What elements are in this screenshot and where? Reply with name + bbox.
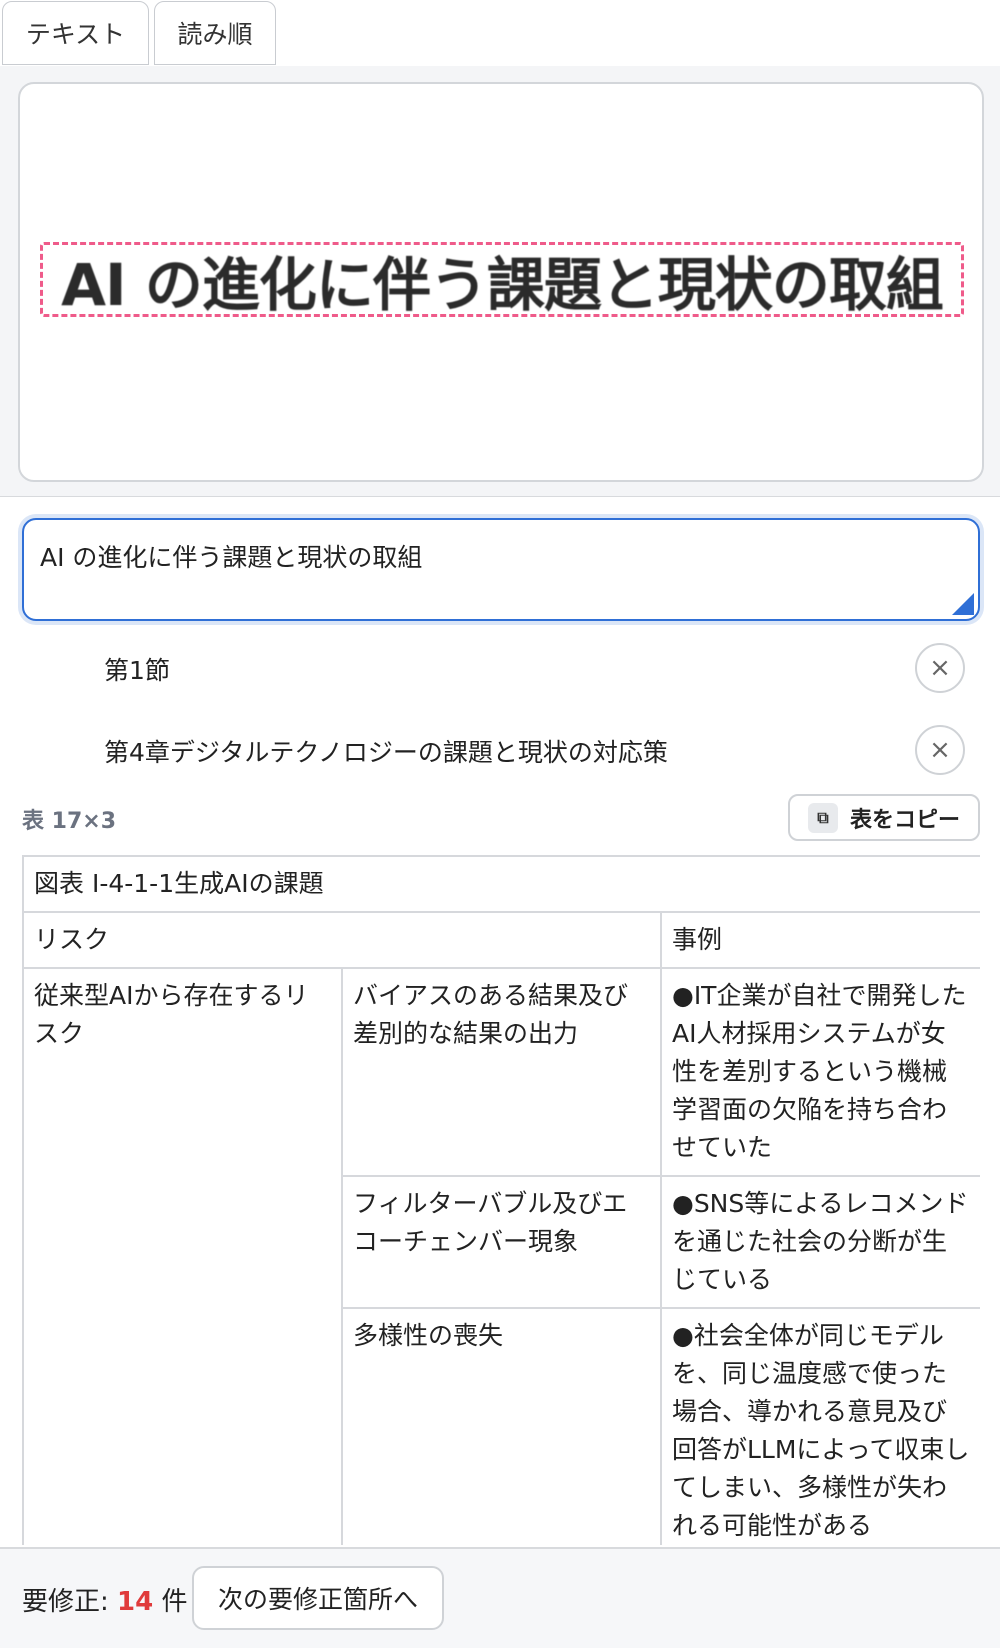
text-editor[interactable]: AI の進化に伴う課題と現状の取組 xyxy=(22,518,980,621)
bottom-bar: 要修正: 14 件 次の要修正箇所へ xyxy=(0,1547,1000,1648)
table-cell[interactable]: ●社会全体が同じモデルを、同じ温度感で使った場合、導かれる意見及び回答がLLMに… xyxy=(660,1307,980,1545)
fix-count: 要修正: 14 件 xyxy=(22,1581,187,1618)
copy-table-button[interactable]: ⧉ 表をコピー xyxy=(788,794,980,841)
ocr-highlight-box[interactable]: AI の進化に伴う課題と現状の取組 xyxy=(40,242,964,317)
data-table: 図表 I-4-1-1生成AIの課題 リスク 事例 従来型AIから存在するリスク … xyxy=(22,855,980,1545)
table-caption-cell[interactable]: 図表 I-4-1-1生成AIの課題 xyxy=(22,855,980,913)
close-icon[interactable]: × xyxy=(915,725,965,775)
hierarchy-label: 第1節 xyxy=(104,656,170,685)
tab-text[interactable]: テキスト xyxy=(2,1,149,65)
table-cell[interactable]: バイアスのある結果及び差別的な結果の出力 xyxy=(341,967,662,1177)
mode-tabs: テキスト 読み順 xyxy=(0,0,1000,66)
next-fix-button[interactable]: 次の要修正箇所へ xyxy=(192,1566,444,1630)
hierarchy-item: 第1節 × xyxy=(0,633,1000,703)
table-container: 図表 I-4-1-1生成AIの課題 リスク 事例 従来型AIから存在するリスク … xyxy=(22,855,980,1545)
preview-area: AI の進化に伴う課題と現状の取組 xyxy=(0,66,1000,497)
image-preview: AI の進化に伴う課題と現状の取組 xyxy=(18,82,984,482)
tab-reading-order[interactable]: 読み順 xyxy=(154,1,276,65)
hierarchy-label: 第4章デジタルテクノロジーの課題と現状の対応策 xyxy=(104,738,668,767)
table-cell[interactable]: フィルターバブル及びエコーチェンバー現象 xyxy=(341,1175,662,1309)
copy-table-label: 表をコピー xyxy=(849,807,960,833)
hierarchy-item: 第4章デジタルテクノロジーの課題と現状の対応策 × xyxy=(0,715,1000,785)
table-cell[interactable]: ●IT企業が自社で開発したAI人材採用システムが女性を差別するという機械学習面の… xyxy=(660,967,980,1177)
fix-count-number: 14 xyxy=(117,1587,154,1617)
editor-value: AI の進化に伴う課題と現状の取組 xyxy=(40,543,423,572)
copy-icon: ⧉ xyxy=(807,802,838,833)
table-cell[interactable]: 従来型AIから存在するリスク xyxy=(22,967,343,1545)
table-row: 図表 I-4-1-1生成AIの課題 xyxy=(22,855,980,913)
resize-handle[interactable] xyxy=(952,593,974,615)
ocr-preview-text: AI の進化に伴う課題と現状の取組 xyxy=(61,250,944,317)
table-row: リスク 事例 xyxy=(22,911,980,969)
close-icon[interactable]: × xyxy=(915,643,965,693)
table-header-cell[interactable]: 事例 xyxy=(660,911,980,969)
table-cell[interactable]: ●SNS等によるレコメンドを通じた社会の分断が生じている xyxy=(660,1175,980,1309)
table-size-label: 表 17×3 xyxy=(22,809,117,834)
fix-count-suffix: 件 xyxy=(153,1587,188,1617)
table-row: 従来型AIから存在するリスク バイアスのある結果及び差別的な結果の出力 ●IT企… xyxy=(22,967,980,1545)
table-header-cell[interactable]: リスク xyxy=(22,911,662,969)
fix-count-prefix: 要修正: xyxy=(22,1587,118,1617)
table-cell[interactable]: 多様性の喪失 xyxy=(341,1307,662,1545)
